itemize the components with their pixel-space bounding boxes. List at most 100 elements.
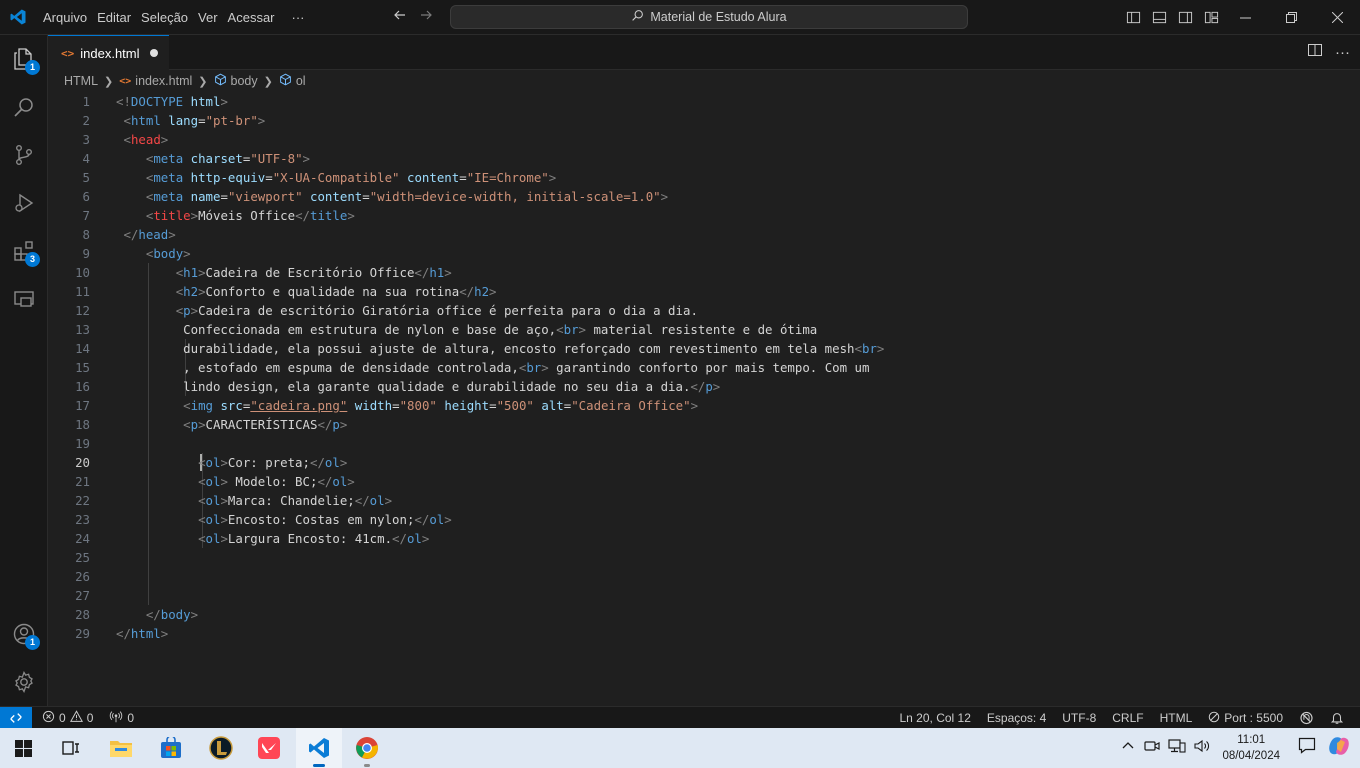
- customize-layout-icon[interactable]: [1198, 0, 1224, 35]
- breadcrumb-file[interactable]: index.html: [135, 74, 192, 88]
- toggle-panel-icon[interactable]: [1146, 0, 1172, 35]
- source-control-icon[interactable]: [0, 131, 48, 179]
- code-line[interactable]: 25: [48, 548, 1360, 567]
- task-view-icon[interactable]: [48, 728, 94, 768]
- code-line[interactable]: 11 <h2>Conforto e qualidade na sua rotin…: [48, 282, 1360, 301]
- forward-arrow-icon[interactable]: [418, 7, 434, 28]
- extensions-icon[interactable]: 3: [0, 227, 48, 275]
- code-line[interactable]: 21 <ol> Modelo: BC;</ol>: [48, 472, 1360, 491]
- language-mode[interactable]: HTML: [1152, 707, 1201, 729]
- line-number: 23: [75, 512, 90, 527]
- code-line[interactable]: 6 <meta name="viewport" content="width=d…: [48, 187, 1360, 206]
- close-icon[interactable]: [1314, 0, 1360, 35]
- code-token: "width=device-width, initial-scale=1.0": [369, 189, 661, 204]
- code-line[interactable]: 2 <html lang="pt-br">: [48, 111, 1360, 130]
- code-token: head: [138, 227, 169, 242]
- code-line[interactable]: 19: [48, 434, 1360, 453]
- remote-indicator-icon[interactable]: [0, 706, 32, 729]
- code-line[interactable]: 3 <head>: [48, 130, 1360, 149]
- file-explorer-icon[interactable]: [98, 728, 144, 768]
- cursor-position[interactable]: Ln 20, Col 12: [892, 707, 979, 729]
- breadcrumb-body[interactable]: body: [231, 74, 258, 88]
- run-debug-icon[interactable]: [0, 179, 48, 227]
- back-arrow-icon[interactable]: [392, 7, 408, 28]
- code-token: >: [876, 341, 885, 356]
- live-server-port[interactable]: Port : 5500: [1200, 707, 1291, 729]
- clock[interactable]: 11:01 08/04/2024: [1214, 732, 1288, 764]
- code-line[interactable]: 13 Confeccionada em estrutura de nylon e…: [48, 320, 1360, 339]
- microsoft-store-icon[interactable]: [148, 728, 194, 768]
- split-editor-icon[interactable]: [1307, 42, 1323, 63]
- breadcrumb-html-folder[interactable]: HTML: [64, 74, 98, 88]
- code-line[interactable]: 29 </html>: [48, 624, 1360, 643]
- vscode-taskbar-icon[interactable]: [296, 728, 342, 768]
- code-line[interactable]: 12 <p>Cadeira de escritório Giratória of…: [48, 301, 1360, 320]
- meet-now-icon[interactable]: [1140, 739, 1164, 758]
- code-line[interactable]: 24 <ol>Largura Encosto: 41cm.</ol>: [48, 529, 1360, 548]
- windows-start-icon[interactable]: [0, 728, 46, 768]
- search-view-icon[interactable]: [0, 83, 48, 131]
- problems-indicator[interactable]: 0 0: [32, 707, 101, 729]
- clock-date: 08/04/2024: [1222, 750, 1280, 762]
- no-bell-icon[interactable]: [1291, 707, 1322, 729]
- code-line[interactable]: 27: [48, 586, 1360, 605]
- valorant-icon[interactable]: [246, 728, 292, 768]
- code-editor[interactable]: 1 <!DOCTYPE html> 2 <html lang="pt-br"> 3 <…: [48, 92, 1360, 706]
- explorer-icon[interactable]: 1: [0, 35, 48, 83]
- volume-icon[interactable]: [1190, 739, 1214, 758]
- menu-selecao[interactable]: Seleção: [136, 0, 193, 35]
- code-line[interactable]: 1 <!DOCTYPE html>: [48, 92, 1360, 111]
- remote-explorer-icon[interactable]: [0, 275, 48, 323]
- indentation[interactable]: Espaços: 4: [979, 707, 1054, 729]
- code-line[interactable]: 18 <p>CARACTERÍSTICAS</p>: [48, 415, 1360, 434]
- code-line[interactable]: 26: [48, 567, 1360, 586]
- chrome-icon[interactable]: [344, 728, 390, 768]
- network-icon[interactable]: [1164, 738, 1190, 758]
- accounts-icon[interactable]: 1: [0, 610, 48, 658]
- notification-center-icon[interactable]: [1288, 737, 1326, 759]
- code-line[interactable]: 9 <body>: [48, 244, 1360, 263]
- code-line[interactable]: 15 , estofado em espuma de densidade con…: [48, 358, 1360, 377]
- code-line[interactable]: 4 <meta charset="UTF-8">: [48, 149, 1360, 168]
- chevron-up-icon[interactable]: [1116, 739, 1140, 757]
- code-text: </body>: [116, 605, 198, 624]
- copilot-icon[interactable]: [1326, 735, 1360, 762]
- ports-indicator[interactable]: 0: [101, 707, 142, 729]
- code-text: <ol>Cor: preta;</ol>: [116, 453, 347, 472]
- code-token: ol: [406, 531, 422, 546]
- menu-acessar[interactable]: Acessar: [223, 0, 280, 35]
- menu-arquivo[interactable]: Arquivo: [38, 0, 92, 35]
- title-bar: Arquivo Editar Seleção Ver Acessar ··· M…: [0, 0, 1360, 35]
- more-actions-icon[interactable]: ···: [1335, 44, 1350, 61]
- code-line[interactable]: 17 <img src="cadeira.png" width="800" he…: [48, 396, 1360, 415]
- code-line[interactable]: 5 <meta http-equiv="X-UA-Compatible" con…: [48, 168, 1360, 187]
- breadcrumb-ol[interactable]: ol: [296, 74, 306, 88]
- end-of-line[interactable]: CRLF: [1104, 707, 1151, 729]
- encoding[interactable]: UTF-8: [1054, 707, 1104, 729]
- code-line[interactable]: 10 <h1>Cadeira de Escritório Office</h1>: [48, 263, 1360, 282]
- menu-more[interactable]: ···: [280, 0, 310, 35]
- code-line[interactable]: 14 durabilidade, ela possui ajuste de al…: [48, 339, 1360, 358]
- menu-editar[interactable]: Editar: [92, 0, 136, 35]
- unsaved-dot-icon[interactable]: [150, 49, 158, 57]
- menu-ver[interactable]: Ver: [193, 0, 223, 35]
- minimize-icon[interactable]: [1222, 0, 1268, 35]
- restore-icon[interactable]: [1268, 0, 1314, 35]
- command-center-search[interactable]: Material de Estudo Alura: [450, 5, 968, 29]
- toggle-secondary-sidebar-icon[interactable]: [1172, 0, 1198, 35]
- toggle-primary-sidebar-icon[interactable]: [1120, 0, 1146, 35]
- code-line[interactable]: 20 <ol>Cor: preta;</ol>: [48, 453, 1360, 472]
- code-line[interactable]: 8 </head>: [48, 225, 1360, 244]
- tab-index-html[interactable]: <> index.html: [48, 35, 169, 70]
- code-token: >: [220, 493, 228, 508]
- code-line[interactable]: 28 </body>: [48, 605, 1360, 624]
- code-line[interactable]: 23 <ol>Encosto: Costas em nylon;</ol>: [48, 510, 1360, 529]
- code-line[interactable]: 22 <ol>Marca: Chandelie;</ol>: [48, 491, 1360, 510]
- code-line[interactable]: 7 <title>Móveis Office</title>: [48, 206, 1360, 225]
- league-of-legends-icon[interactable]: [198, 728, 244, 768]
- code-line[interactable]: 16 lindo design, ela garante qualidade e…: [48, 377, 1360, 396]
- code-token: >: [690, 398, 699, 413]
- manage-gear-icon[interactable]: [0, 658, 48, 706]
- notifications-bell-icon[interactable]: [1322, 707, 1352, 729]
